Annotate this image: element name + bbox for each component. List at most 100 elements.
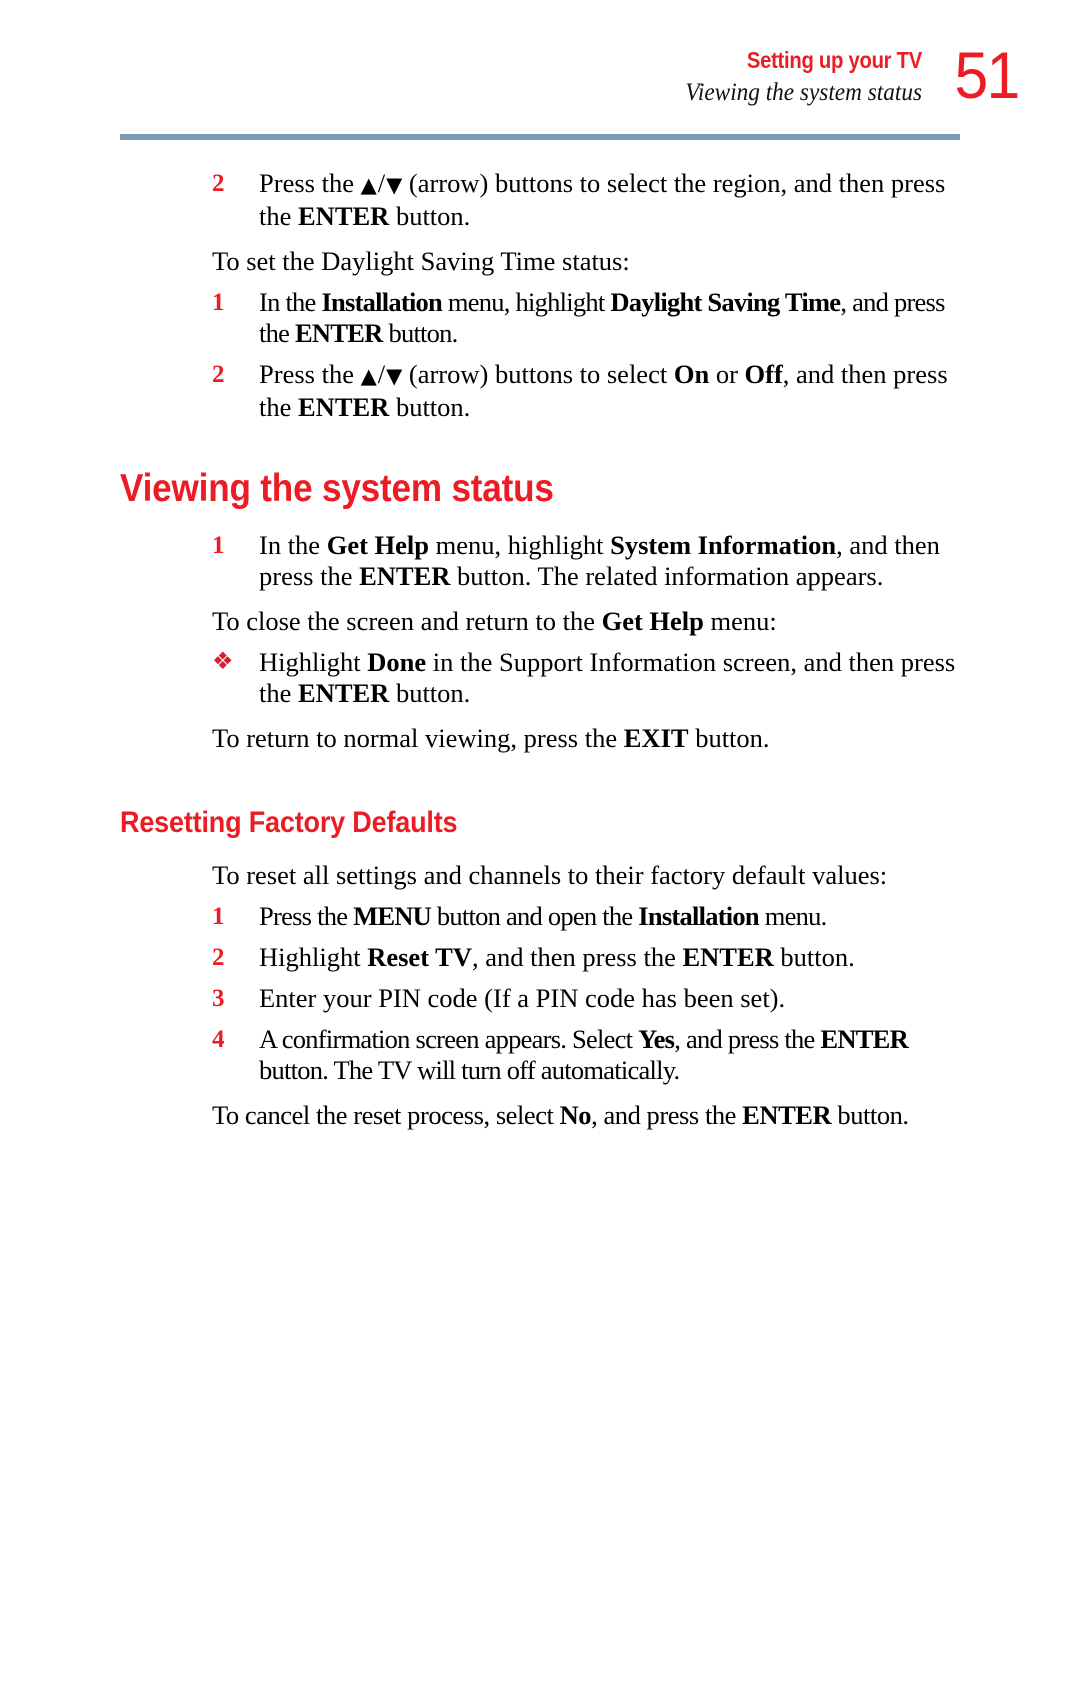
arrow-down-icon: ▼ xyxy=(386,364,403,388)
text-run: To close the screen and return to the xyxy=(212,606,602,636)
text-run: button. xyxy=(773,942,855,972)
step-text: A confirmation screen appears. Select Ye… xyxy=(259,1024,1080,1086)
page-content: 2 Press the ▲/▼ (arrow) buttons to selec… xyxy=(0,158,1080,1131)
step-text: Enter your PIN code (If a PIN code has b… xyxy=(259,983,786,1013)
bold-installation-menu: Installation xyxy=(638,901,759,931)
step-number: 3 xyxy=(212,985,225,1012)
text-run: To cancel the reset process, select xyxy=(212,1100,560,1130)
section-heading-viewing-system-status: Viewing the system status xyxy=(120,467,554,510)
text-run: Press the xyxy=(259,168,361,198)
lead-set-dst: To set the Daylight Saving Time status: xyxy=(212,246,630,276)
step-number: 1 xyxy=(212,289,225,316)
arrow-up-icon: ▲ xyxy=(360,364,377,388)
step-dst-on-off: 2 Press the ▲/▼ (arrow) buttons to selec… xyxy=(212,359,1080,423)
header-chapter-title: Setting up your TV xyxy=(746,47,922,73)
lead-return-normal-viewing: To return to normal viewing, press the E… xyxy=(212,723,1080,754)
step-highlight-reset-tv: 2 Highlight Reset TV, and then press the… xyxy=(212,942,1080,973)
lead-cancel-reset: To cancel the reset process, select No, … xyxy=(212,1100,1080,1131)
text-run: Highlight xyxy=(259,942,368,972)
step-text: In the Installation menu, highlight Dayl… xyxy=(259,287,1080,349)
step-system-information: 1 In the Get Help menu, highlight System… xyxy=(212,530,1080,592)
text-run: In the xyxy=(259,287,322,317)
step-text: Press the ▲/▼ (arrow) buttons to select … xyxy=(259,168,1080,232)
text-run: button. The TV will turn off automatical… xyxy=(259,1055,680,1085)
step-enter-pin-code: 3 Enter your PIN code (If a PIN code has… xyxy=(212,983,1080,1014)
bold-enter-key: ENTER xyxy=(359,561,451,591)
bold-reset-tv-option: Reset TV xyxy=(367,942,472,972)
text-run: button. xyxy=(382,318,458,348)
step-select-region: 2 Press the ▲/▼ (arrow) buttons to selec… xyxy=(212,168,1080,232)
text-run: To return to normal viewing, press the xyxy=(212,723,624,753)
step-number: 1 xyxy=(212,532,225,559)
text-run: or xyxy=(709,359,745,389)
bold-get-help-menu: Get Help xyxy=(601,606,704,636)
text-run: / xyxy=(377,168,386,198)
bold-done-button: Done xyxy=(367,647,427,677)
text-run: / xyxy=(377,359,386,389)
bold-enter-key: ENTER xyxy=(682,942,774,972)
bold-menu-key: MENU xyxy=(353,901,432,931)
text-run: button. xyxy=(389,392,471,422)
text-run: button. xyxy=(389,201,471,231)
bold-enter-key: ENTER xyxy=(295,318,383,348)
step-text: Press the MENU button and open the Insta… xyxy=(259,901,1080,932)
bold-no-option: No xyxy=(559,1100,592,1130)
step-number: 2 xyxy=(212,944,225,971)
bold-off-value: Off xyxy=(744,359,783,389)
text-run: (arrow) buttons to select xyxy=(402,359,674,389)
diamond-bullet-icon: ❖ xyxy=(212,649,234,675)
bold-on-value: On xyxy=(673,359,710,389)
bold-yes-option: Yes xyxy=(638,1024,675,1054)
step-number: 4 xyxy=(212,1026,225,1053)
step-text: Press the ▲/▼ (arrow) buttons to select … xyxy=(259,359,1080,423)
bold-enter-key: ENTER xyxy=(742,1100,832,1130)
section-heading-resetting-factory-defaults: Resetting Factory Defaults xyxy=(120,806,458,839)
header-text-block: Setting up your TV Viewing the system st… xyxy=(222,48,922,108)
text-run: , and press the xyxy=(591,1100,743,1130)
step-open-installation-menu: 1 Press the MENU button and open the Ins… xyxy=(212,901,1080,932)
step-confirmation-screen: 4 A confirmation screen appears. Select … xyxy=(212,1024,1080,1086)
step-dst-highlight: 1 In the Installation menu, highlight Da… xyxy=(212,287,1080,349)
bold-enter-key: ENTER xyxy=(820,1024,908,1054)
text-run: A confirmation screen appears. Select xyxy=(259,1024,639,1054)
text-run: menu. xyxy=(758,901,827,931)
bold-daylight-saving-time: Daylight Saving Time xyxy=(610,287,841,317)
bold-enter-key: ENTER xyxy=(298,201,390,231)
bold-exit-key: EXIT xyxy=(623,723,689,753)
bold-get-help-menu: Get Help xyxy=(326,530,430,560)
text-run: button. The related information appears. xyxy=(450,561,884,591)
step-text: In the Get Help menu, highlight System I… xyxy=(259,530,1080,592)
bold-enter-key: ENTER xyxy=(298,392,390,422)
text-run: menu, highlight xyxy=(429,530,611,560)
text-run: button. xyxy=(389,678,471,708)
bold-enter-key: ENTER xyxy=(298,678,390,708)
step-number: 1 xyxy=(212,903,225,930)
lead-reset-all-settings: To reset all settings and channels to th… xyxy=(212,860,888,890)
arrow-up-icon: ▲ xyxy=(360,173,377,197)
text-run: Press the xyxy=(259,359,361,389)
text-run: menu: xyxy=(703,606,777,636)
text-run: Highlight xyxy=(259,647,368,677)
text-run: button and open the xyxy=(431,901,639,931)
text-run: button. xyxy=(688,723,770,753)
text-run: button. xyxy=(831,1100,909,1130)
bold-installation-menu: Installation xyxy=(321,287,443,317)
text-run: Press the xyxy=(259,901,354,931)
text-run: , and press the xyxy=(674,1024,821,1054)
arrow-down-icon: ▼ xyxy=(386,173,403,197)
step-number: 2 xyxy=(212,170,225,197)
step-text: Highlight Done in the Support Informatio… xyxy=(259,647,1080,709)
page-header: Setting up your TV Viewing the system st… xyxy=(0,42,1080,134)
step-text: Highlight Reset TV, and then press the E… xyxy=(259,942,1080,973)
step-number: 2 xyxy=(212,361,225,388)
page-number: 51 xyxy=(954,38,1020,112)
header-divider-rule xyxy=(120,134,960,140)
text-run: menu, highlight xyxy=(442,287,611,317)
step-highlight-done: ❖ Highlight Done in the Support Informat… xyxy=(212,647,1080,709)
text-run: In the xyxy=(259,530,327,560)
lead-close-screen: To close the screen and return to the Ge… xyxy=(212,606,1080,637)
header-section-subtitle: Viewing the system status xyxy=(685,79,922,107)
bold-system-information: System Information xyxy=(610,530,837,560)
manual-page: Setting up your TV Viewing the system st… xyxy=(0,0,1080,1682)
text-run: , and then press the xyxy=(471,942,683,972)
